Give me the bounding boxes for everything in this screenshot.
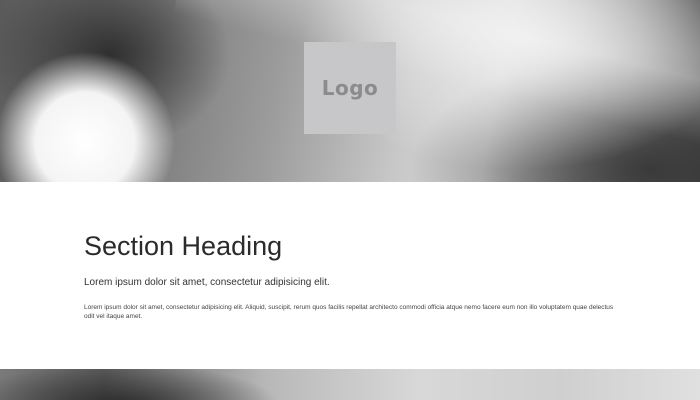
footer-banner <box>0 369 700 400</box>
hero-banner: Logo <box>0 0 700 182</box>
body-paragraph: Lorem ipsum dolor sit amet, consectetur … <box>84 304 614 320</box>
content-section: Section Heading Lorem ipsum dolor sit am… <box>84 230 624 321</box>
logo-label: Logo <box>321 76 379 100</box>
hero-background-image <box>173 0 700 182</box>
lead-paragraph: Lorem ipsum dolor sit amet, consectetur … <box>84 277 330 288</box>
section-heading: Section Heading <box>84 231 283 261</box>
logo[interactable]: Logo <box>304 42 396 134</box>
